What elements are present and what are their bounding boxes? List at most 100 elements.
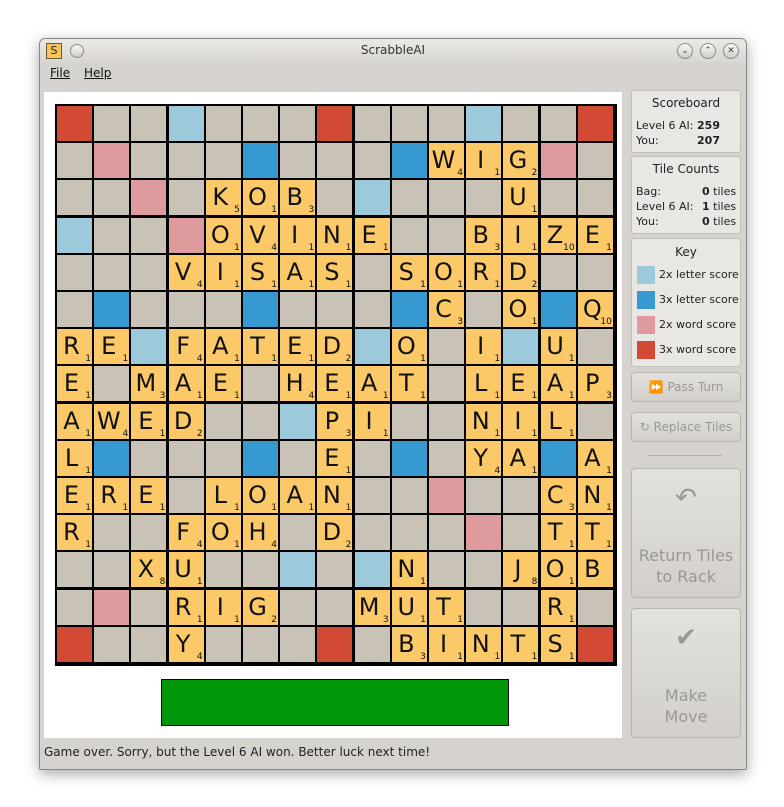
board-square[interactable] [57, 292, 92, 327]
board-square-triple-word[interactable] [577, 106, 613, 141]
board-square[interactable] [466, 180, 502, 216]
board-tile[interactable]: A1 [280, 254, 316, 290]
board-tile[interactable]: M3 [354, 589, 390, 625]
board-square-triple-word[interactable] [57, 626, 92, 662]
board-square[interactable] [540, 180, 576, 216]
board-tile[interactable]: B3 [280, 180, 316, 216]
board-tile[interactable]: E1 [57, 366, 92, 402]
board-tile[interactable]: U1 [540, 329, 576, 365]
board-square[interactable] [131, 217, 167, 253]
board-square[interactable] [280, 292, 316, 327]
board-tile[interactable]: O1 [243, 478, 278, 513]
board-tile[interactable]: U1 [503, 180, 539, 216]
board-square[interactable] [205, 440, 241, 476]
board-square[interactable] [243, 552, 278, 588]
board-tile[interactable]: N1 [466, 403, 502, 439]
board-square[interactable] [429, 366, 464, 402]
board-tile[interactable]: N1 [391, 552, 427, 588]
board-square-triple-word[interactable] [577, 626, 613, 662]
board-tile[interactable]: A1 [540, 366, 576, 402]
board-square-double-letter[interactable] [280, 552, 316, 588]
board-square-double-word[interactable] [466, 515, 502, 551]
board-square[interactable] [466, 478, 502, 513]
board-square-double-letter[interactable] [503, 329, 539, 365]
board-square-double-word[interactable] [540, 143, 576, 179]
replace-tiles-button[interactable]: ↻ Replace Tiles [631, 412, 741, 442]
board-square[interactable] [429, 515, 464, 551]
board-tile[interactable]: K5 [205, 180, 241, 216]
board-square[interactable] [243, 366, 278, 402]
board-tile[interactable]: Y4 [466, 440, 502, 476]
board-tile[interactable]: L1 [57, 440, 92, 476]
board-tile[interactable]: X8 [131, 552, 167, 588]
board-square[interactable] [168, 292, 204, 327]
board-tile[interactable]: E1 [577, 217, 613, 253]
pass-turn-button[interactable]: ⏩ Pass Turn [631, 372, 741, 402]
board-square[interactable] [57, 143, 92, 179]
board-tile[interactable]: C3 [429, 292, 464, 327]
board-tile[interactable]: I1 [354, 403, 390, 439]
board-square[interactable] [577, 329, 613, 365]
board-square-double-letter[interactable] [131, 329, 167, 365]
board-square[interactable] [205, 292, 241, 327]
board-square[interactable] [131, 626, 167, 662]
menu-help[interactable]: Help [84, 66, 111, 80]
board-tile[interactable]: A1 [354, 366, 390, 402]
board-square[interactable] [503, 106, 539, 141]
board-square[interactable] [540, 254, 576, 290]
board-square[interactable] [94, 254, 130, 290]
board-tile[interactable]: E1 [57, 478, 92, 513]
board-square-triple-letter[interactable] [540, 440, 576, 476]
board-tile[interactable]: R1 [168, 589, 204, 625]
board-square[interactable] [429, 403, 464, 439]
board-tile[interactable]: W4 [94, 403, 130, 439]
board-tile[interactable]: R1 [540, 589, 576, 625]
board-tile[interactable]: V4 [243, 217, 278, 253]
board-tile[interactable]: B [577, 552, 613, 588]
board-tile[interactable]: E1 [503, 366, 539, 402]
board-tile[interactable]: L1 [466, 366, 502, 402]
board-tile[interactable]: Y4 [168, 626, 204, 662]
board-square[interactable] [429, 217, 464, 253]
board-tile[interactable]: B3 [391, 626, 427, 662]
board-square[interactable] [540, 106, 576, 141]
board-square[interactable] [280, 626, 316, 662]
board-square[interactable] [131, 143, 167, 179]
board-square[interactable] [391, 478, 427, 513]
board-tile[interactable]: F4 [168, 329, 204, 365]
board-square[interactable] [131, 515, 167, 551]
menu-file[interactable]: File [50, 66, 70, 80]
board-square-triple-word[interactable] [317, 106, 353, 141]
board-tile[interactable]: O1 [503, 292, 539, 327]
board-square[interactable] [131, 106, 167, 141]
board-square[interactable] [354, 478, 390, 513]
board-square-double-letter[interactable] [57, 217, 92, 253]
board-square[interactable] [168, 440, 204, 476]
board-tile[interactable]: J8 [503, 552, 539, 588]
board-square[interactable] [57, 552, 92, 588]
board-square-double-letter[interactable] [280, 403, 316, 439]
board-tile[interactable]: C3 [540, 478, 576, 513]
board-tile[interactable]: D2 [317, 515, 353, 551]
board-square[interactable] [94, 552, 130, 588]
board-square[interactable] [503, 515, 539, 551]
board-square[interactable] [131, 589, 167, 625]
board-tile[interactable]: L1 [540, 403, 576, 439]
board-tile[interactable]: I1 [429, 626, 464, 662]
board-square-triple-letter[interactable] [391, 440, 427, 476]
board-square[interactable] [354, 292, 390, 327]
board-square-triple-letter[interactable] [391, 143, 427, 179]
board-tile[interactable]: I1 [205, 254, 241, 290]
board-tile[interactable]: S1 [317, 254, 353, 290]
board-tile[interactable]: R1 [57, 515, 92, 551]
board-tile[interactable]: U1 [168, 552, 204, 588]
board-square[interactable] [391, 180, 427, 216]
board-square[interactable] [131, 254, 167, 290]
board-square[interactable] [429, 329, 464, 365]
board-square-double-word[interactable] [168, 217, 204, 253]
board-square[interactable] [577, 143, 613, 179]
board-tile[interactable]: T1 [243, 329, 278, 365]
board-square-double-letter[interactable] [354, 180, 390, 216]
board-square[interactable] [205, 403, 241, 439]
board-square[interactable] [577, 254, 613, 290]
